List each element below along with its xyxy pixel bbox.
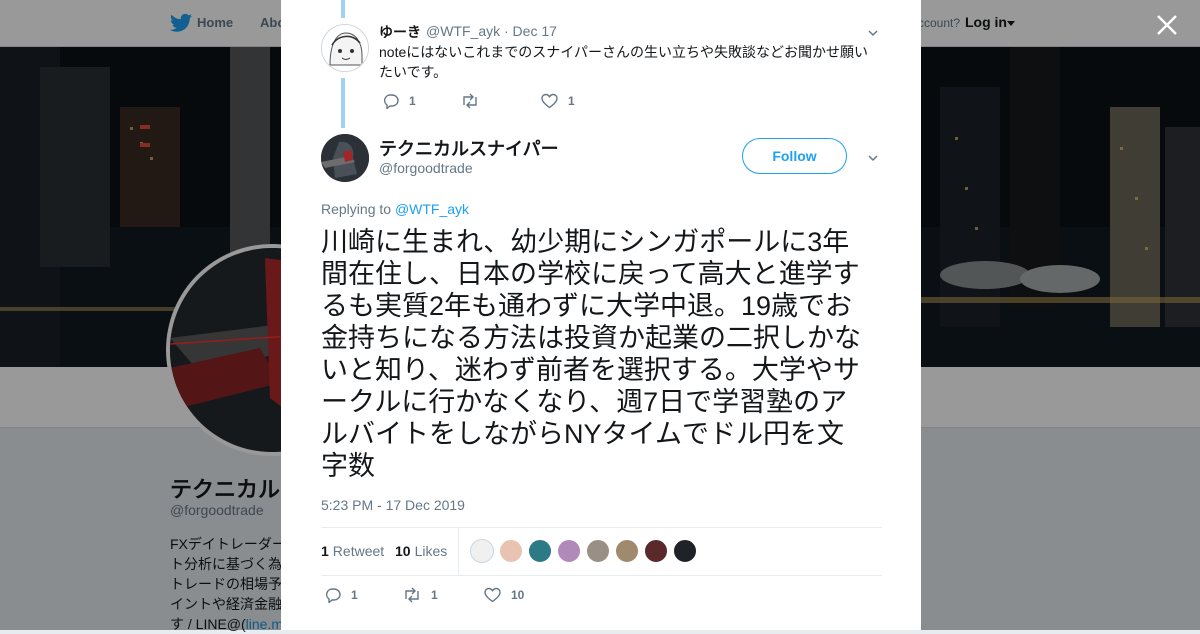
like-count: 1 [568, 94, 575, 108]
main-author-name[interactable]: テクニカルスナイパー [379, 135, 559, 161]
reply-author-name[interactable]: ゆーき [379, 22, 421, 42]
heart-icon [541, 93, 558, 109]
liker-avatar[interactable] [499, 539, 523, 563]
tweet-timestamp[interactable]: 5:23 PM - 17 Dec 2019 [321, 497, 465, 513]
reply-count: 1 [409, 94, 416, 108]
close-icon[interactable] [1154, 12, 1180, 38]
liker-avatar[interactable] [528, 539, 552, 563]
retweets-label: Retweet [332, 543, 385, 559]
retweet-action[interactable] [461, 93, 489, 109]
replying-to-line: Replying to @WTF_ayk [321, 201, 469, 217]
heart-icon [484, 587, 501, 603]
likes-label: Likes [414, 543, 448, 559]
retweet-icon [405, 587, 419, 603]
thread-connector [341, 78, 345, 128]
retweet-icon [463, 93, 477, 109]
retweet-count: 1 [431, 588, 438, 602]
reply-icon [325, 588, 341, 603]
stats-divider [458, 528, 459, 575]
liker-avatar[interactable] [470, 539, 494, 563]
reply-count: 1 [351, 588, 358, 602]
tweet-text-line: 金持ちになる方法は投資か起業の二択しかな [321, 323, 861, 353]
tweet-stats-row: 1 Retweet 10 Likes [321, 527, 882, 576]
main-author-handle[interactable]: @forgoodtrade [379, 160, 473, 176]
tweet-text-line: 間在住し、日本の学校に戻って高大と進学す [321, 259, 860, 289]
retweet-action[interactable]: 1 [403, 587, 438, 603]
liker-avatar[interactable] [673, 539, 697, 563]
like-count: 10 [511, 588, 525, 602]
likes-stat[interactable]: 10 Likes [395, 543, 447, 559]
sniper-avatar-art [321, 134, 369, 182]
chevron-down-icon[interactable] [868, 153, 878, 163]
liker-avatar[interactable] [615, 539, 639, 563]
tweet-text-line: 字数 [321, 451, 375, 481]
main-tweet-text: 川崎に生まれ、幼少期にシンガポールに3年 間在住し、日本の学校に戻って高大と進学… [321, 226, 881, 482]
manga-avatar-art [322, 25, 368, 71]
reply-action[interactable]: 1 [325, 587, 358, 603]
reply-text-line: たいです。 [379, 64, 448, 80]
chevron-down-icon[interactable] [868, 28, 878, 38]
tweet-text-line: いと知り、迷わず前者を選択する。大学やサ [321, 355, 860, 385]
replying-to-link[interactable]: @WTF_ayk [395, 201, 469, 217]
reply-author-handle-and-date[interactable]: @WTF_ayk · Dec 17 [426, 23, 557, 39]
reply-author-avatar[interactable] [321, 24, 369, 72]
liker-avatar[interactable] [644, 539, 668, 563]
retweets-stat[interactable]: 1 Retweet [321, 543, 384, 559]
liker-avatar[interactable] [557, 539, 581, 563]
tweet-text-line: ークルに行かなくなり、週7日で学習塾のア [321, 387, 848, 417]
reply-action[interactable]: 1 [383, 93, 416, 109]
like-action[interactable]: 1 [541, 93, 575, 109]
tweet-text-line: るも実質2年も通わずに大学中退。19歳でお [321, 291, 853, 321]
likes-number: 10 [395, 543, 411, 559]
reply-icon [383, 94, 399, 109]
tweet-text-line: ルバイトをしながらNYタイムでドル円を文 [321, 419, 844, 449]
thread-connector [341, 0, 345, 18]
main-author-avatar[interactable] [321, 134, 369, 182]
tweet-permalink-modal: ゆーき @WTF_ayk · Dec 17 noteにはないこれまでのスナイパー… [281, 0, 921, 630]
retweets-number: 1 [321, 543, 329, 559]
follow-button[interactable]: Follow [742, 138, 847, 174]
like-action[interactable]: 10 [484, 587, 524, 603]
reply-text-line: noteにはないこれまでのスナイパーさんの生い立ちや失敗談などお聞かせ願い [379, 44, 868, 60]
tweet-text-line: 川崎に生まれ、幼少期にシンガポールに3年 [321, 227, 850, 257]
reply-tweet-text: noteにはないこれまでのスナイパーさんの生い立ちや失敗談などお聞かせ願い たい… [379, 42, 879, 82]
liker-avatar[interactable] [586, 539, 610, 563]
replying-to-prefix: Replying to [321, 201, 392, 217]
